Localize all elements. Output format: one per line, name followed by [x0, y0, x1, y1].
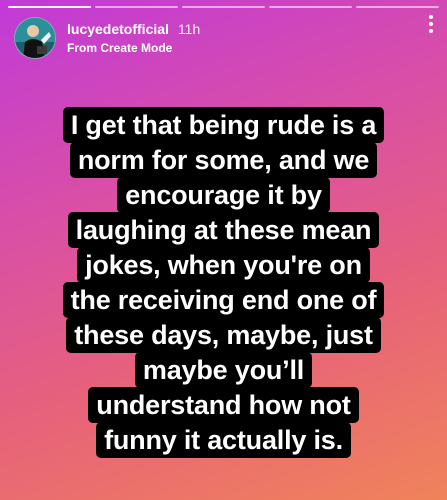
name-row: lucyedetofficial 11h: [67, 22, 200, 36]
caption-line: these days, maybe, just: [66, 317, 381, 353]
caption-line: laughing at these mean: [67, 212, 380, 248]
caption-line: understand how not: [88, 387, 359, 423]
caption-line: maybe you’ll: [134, 352, 313, 388]
more-vertical-icon[interactable]: [421, 12, 441, 36]
caption-line: the receiving end one of: [62, 282, 385, 318]
post-time: 11h: [177, 21, 201, 37]
caption-line: funny it actually is.: [96, 422, 351, 458]
profile-avatar-icon[interactable]: [14, 17, 56, 59]
progress-segment: [269, 6, 352, 8]
dot: [429, 22, 433, 26]
progress-segment: [95, 6, 178, 8]
dot: [429, 29, 433, 33]
story-meta: lucyedetofficial 11h From Create Mode: [67, 22, 200, 54]
story-subtitle: From Create Mode: [67, 41, 173, 55]
progress-segment: [356, 6, 439, 8]
story-viewer[interactable]: lucyedetofficial 11h From Create Mode I …: [0, 0, 447, 500]
caption-line: norm for some, and we: [69, 142, 378, 178]
story-progress-bars: [8, 6, 439, 8]
progress-segment: [8, 6, 91, 8]
caption-line: I get that being rude is a: [62, 107, 385, 143]
username[interactable]: lucyedetofficial: [67, 22, 169, 36]
dot: [429, 15, 433, 19]
caption-line: encourage it by: [117, 177, 330, 213]
progress-segment: [182, 6, 265, 8]
story-header: lucyedetofficial 11h From Create Mode: [14, 16, 433, 60]
story-caption: I get that being rude is a norm for some…: [0, 107, 447, 458]
caption-line: jokes, when you're on: [77, 247, 370, 283]
